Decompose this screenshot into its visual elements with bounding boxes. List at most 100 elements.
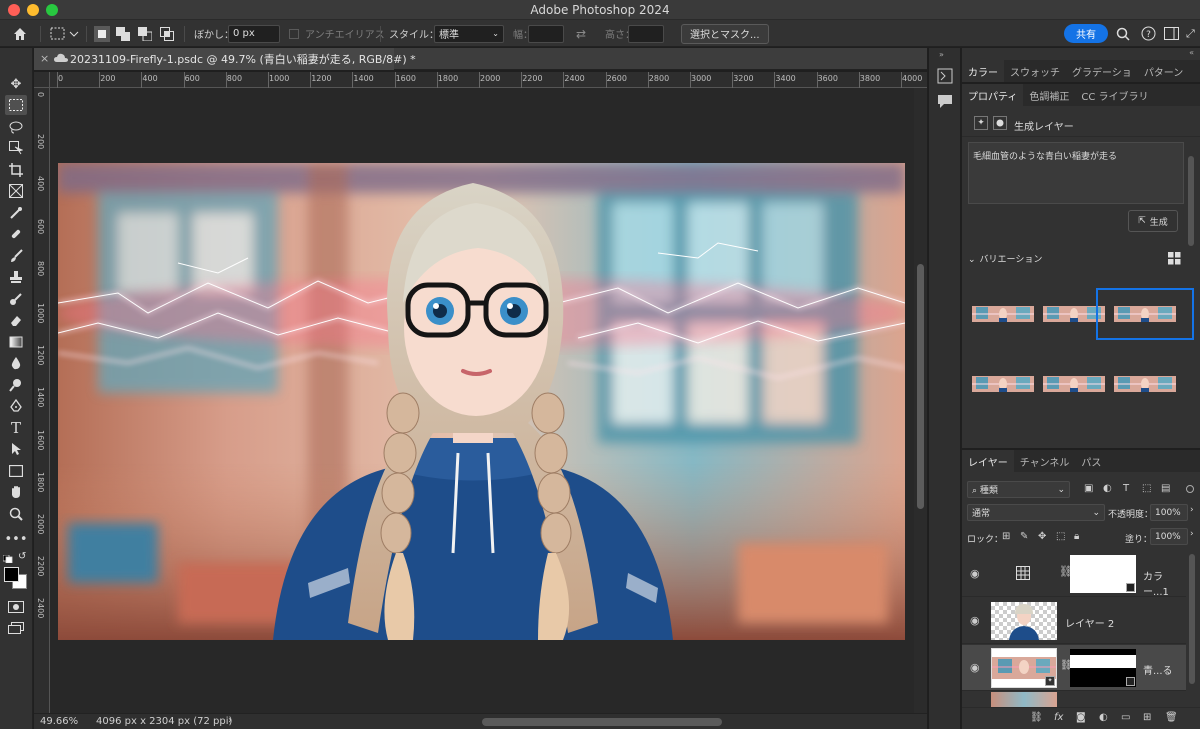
variation-thumbnail[interactable] xyxy=(1043,376,1105,392)
swap-colors-icon[interactable]: ↺ xyxy=(18,551,26,562)
dodge-tool-icon[interactable] xyxy=(5,375,27,395)
horizontal-scroll-thumb[interactable] xyxy=(482,718,722,726)
layers-scrollbar[interactable] xyxy=(1189,554,1195,684)
zoom-level[interactable]: 49.66% xyxy=(40,716,78,727)
intersect-selection-icon[interactable] xyxy=(160,24,174,43)
opacity-chevron-icon[interactable]: › xyxy=(1190,505,1194,515)
layer-row[interactable]: ◉ レイヤー 2 xyxy=(962,598,1186,644)
variations-header[interactable]: ⌄ バリエーション xyxy=(968,252,1042,265)
foreground-color-swatch[interactable] xyxy=(4,567,19,582)
comments-panel-icon[interactable] xyxy=(937,93,953,112)
layer-thumbnail[interactable]: ✦ xyxy=(991,648,1057,688)
rectangle-tool-icon[interactable] xyxy=(5,461,27,481)
screen-mode-icon[interactable] xyxy=(5,618,27,638)
lock-transparent-icon[interactable]: ⊞ xyxy=(1002,531,1010,542)
vertical-scrollbar[interactable] xyxy=(914,88,927,713)
visibility-eye-icon[interactable]: ◉ xyxy=(970,614,980,627)
eraser-tool-icon[interactable] xyxy=(5,310,27,330)
filter-pixel-icon[interactable]: ▣ xyxy=(1084,483,1093,494)
crop-tool-icon[interactable] xyxy=(5,160,27,180)
blur-tool-icon[interactable] xyxy=(5,353,27,373)
marquee-preset-icon[interactable] xyxy=(50,24,80,43)
vertical-ruler[interactable]: 0 200 400 600 800 1000 1200 1400 1600 1800 2000 220… xyxy=(34,88,50,713)
type-tool-icon[interactable]: T xyxy=(5,418,27,438)
layer-filter-select[interactable]: ⌕ 種類 ⌄ xyxy=(967,481,1070,498)
add-selection-icon[interactable] xyxy=(116,24,130,43)
quick-mask-icon[interactable] xyxy=(5,597,27,617)
layer-row-selected[interactable]: ◉ ✦ ⛓ 青...る xyxy=(962,645,1186,691)
filter-shape-icon[interactable]: ⬚ xyxy=(1142,483,1151,494)
gradient-tool-icon[interactable] xyxy=(5,332,27,352)
select-and-mask-button[interactable]: 選択とマスク... xyxy=(681,23,769,44)
layer-mask-thumbnail[interactable] xyxy=(1070,649,1136,687)
panel-scrollbar[interactable] xyxy=(1188,156,1194,246)
object-select-tool-icon[interactable] xyxy=(5,138,27,158)
tab-swatches[interactable]: スウォッチ xyxy=(1004,60,1066,82)
chevron-right-icon[interactable]: › xyxy=(228,715,232,726)
tab-channels[interactable]: チャンネル xyxy=(1014,450,1076,472)
fill-input[interactable]: 100% xyxy=(1150,528,1188,545)
antialias-checkbox[interactable] xyxy=(289,28,299,39)
close-tab-icon[interactable]: × xyxy=(40,52,49,65)
document-tab[interactable]: × 20231109-Firefly-1.psdc @ 49.7% (青白い稲妻… xyxy=(34,48,416,70)
new-adjustment-icon[interactable]: ◐ xyxy=(1099,712,1108,723)
vertical-scroll-thumb[interactable] xyxy=(917,264,924,509)
document-canvas-image[interactable] xyxy=(58,163,905,640)
help-icon[interactable]: ? xyxy=(1141,24,1156,43)
filter-adjustment-icon[interactable]: ◐ xyxy=(1103,483,1112,494)
tab-properties[interactable]: プロパティ xyxy=(962,84,1024,106)
delete-layer-icon[interactable]: 🗑︎ xyxy=(1165,712,1178,723)
lock-artboard-icon[interactable]: ⬚ xyxy=(1056,531,1065,542)
healing-brush-tool-icon[interactable] xyxy=(5,224,27,244)
search-icon[interactable] xyxy=(1116,24,1130,43)
frame-tool-icon[interactable] xyxy=(5,181,27,201)
lock-position-icon[interactable]: ✥ xyxy=(1038,531,1046,542)
marquee-tool-icon[interactable] xyxy=(5,95,27,115)
expand-icon[interactable]: ⤢ xyxy=(1186,24,1195,43)
pen-tool-icon[interactable] xyxy=(5,396,27,416)
default-colors-icon[interactable] xyxy=(2,553,13,564)
new-selection-icon[interactable] xyxy=(94,24,110,43)
add-mask-icon[interactable]: ◙ xyxy=(1076,712,1086,723)
tab-color[interactable]: カラー xyxy=(962,60,1004,82)
ruler-corner[interactable] xyxy=(34,72,50,88)
variation-thumbnail[interactable] xyxy=(972,306,1034,322)
more-tools-icon[interactable]: ••• xyxy=(5,529,28,549)
layer-row[interactable] xyxy=(962,692,1186,708)
tab-adjustments[interactable]: 色調補正 xyxy=(1023,84,1075,106)
path-select-tool-icon[interactable] xyxy=(5,439,27,459)
workspace-icon[interactable] xyxy=(1164,24,1179,43)
visibility-eye-icon[interactable]: ◉ xyxy=(970,567,980,580)
layer-row[interactable]: ◉ ⛓ カラー...1 xyxy=(962,551,1186,598)
generate-button[interactable]: ⇱ 生成 xyxy=(1128,210,1178,232)
link-layers-icon[interactable]: ⛓ xyxy=(1030,712,1043,723)
brush-tool-icon[interactable] xyxy=(5,246,27,266)
panel-collapse-icon[interactable]: » xyxy=(939,50,944,59)
prompt-field[interactable]: 毛細血管のような青白い稲妻が走る xyxy=(968,142,1184,204)
variation-thumbnail[interactable] xyxy=(1096,288,1194,340)
clone-stamp-tool-icon[interactable] xyxy=(5,267,27,287)
width-input[interactable] xyxy=(528,24,564,43)
lock-image-icon[interactable]: ✎ xyxy=(1020,531,1028,542)
move-tool-icon[interactable]: ✥ xyxy=(5,74,27,94)
tab-gradients[interactable]: グラデーショ xyxy=(1066,60,1138,82)
share-button[interactable]: 共有 xyxy=(1064,24,1108,43)
grid-view-icon[interactable] xyxy=(1168,252,1181,268)
variation-thumbnail[interactable] xyxy=(1043,306,1105,322)
layer-thumbnail[interactable] xyxy=(991,602,1057,640)
layer-thumbnail[interactable] xyxy=(991,692,1057,707)
filter-type-icon[interactable]: T xyxy=(1123,483,1129,494)
lasso-tool-icon[interactable] xyxy=(5,117,27,137)
swap-icon[interactable]: ⇄ xyxy=(576,24,586,43)
visibility-eye-icon[interactable]: ◉ xyxy=(970,661,980,674)
tab-cc-libraries[interactable]: CC ライブラリ xyxy=(1075,84,1154,106)
opacity-input[interactable]: 100% xyxy=(1150,504,1188,521)
zoom-tool-icon[interactable] xyxy=(5,504,27,524)
blend-mode-select[interactable]: 通常 ⌄ xyxy=(967,504,1105,521)
variation-thumbnail[interactable] xyxy=(972,376,1034,392)
home-icon[interactable] xyxy=(12,24,28,43)
subtract-selection-icon[interactable] xyxy=(138,24,152,43)
tab-paths[interactable]: パス xyxy=(1075,450,1107,472)
tab-patterns[interactable]: パターン xyxy=(1138,60,1190,82)
panel-menu-icon[interactable]: « xyxy=(1189,48,1194,57)
